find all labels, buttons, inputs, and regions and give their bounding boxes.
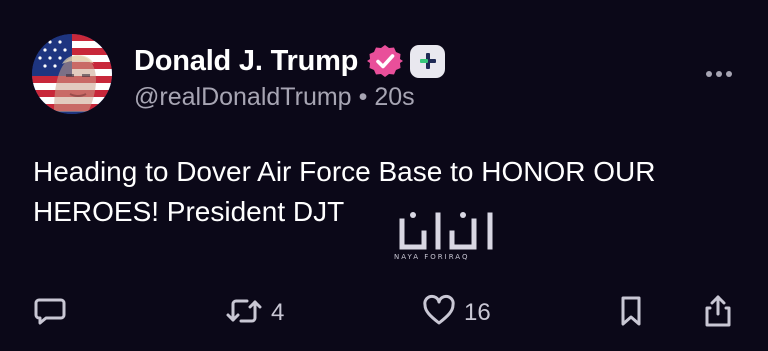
like-button[interactable]: 16 <box>422 294 491 333</box>
separator-dot: • <box>358 83 368 111</box>
author-name-row: Donald J. Trump <box>134 41 446 81</box>
display-name[interactable]: Donald J. Trump <box>134 45 358 78</box>
share-button[interactable] <box>701 295 735 331</box>
reply-button[interactable] <box>33 295 67 331</box>
watermark-logo: NAYA FORIRAQ <box>394 207 512 267</box>
share-icon <box>701 294 735 333</box>
bookmark-button[interactable] <box>616 295 646 331</box>
post-card: Donald J. Trump @realDonaldTrump • 20s Hea… <box>0 0 768 351</box>
verified-badge-icon <box>367 43 404 79</box>
watermark-logo-mark <box>399 212 493 250</box>
heart-icon <box>422 294 456 333</box>
handle-row: @realDonaldTrump • 20s <box>134 83 415 112</box>
post-text: Heading to Dover Air Force Base to HONOR… <box>33 156 656 227</box>
avatar[interactable] <box>32 34 112 114</box>
plus-badge-icon[interactable] <box>410 44 446 78</box>
watermark-caption: NAYA FORIRAQ <box>394 253 470 261</box>
repost-icon <box>225 294 263 333</box>
repost-count: 4 <box>271 299 285 326</box>
more-options-icon[interactable] <box>704 64 734 84</box>
user-handle[interactable]: @realDonaldTrump <box>134 83 352 111</box>
bookmark-icon <box>616 294 646 333</box>
flag-portrait-avatar-image <box>32 34 112 114</box>
like-count: 16 <box>464 299 491 326</box>
post-timestamp[interactable]: 20s <box>374 83 414 111</box>
reply-icon <box>33 294 67 333</box>
repost-button[interactable]: 4 <box>225 295 284 331</box>
